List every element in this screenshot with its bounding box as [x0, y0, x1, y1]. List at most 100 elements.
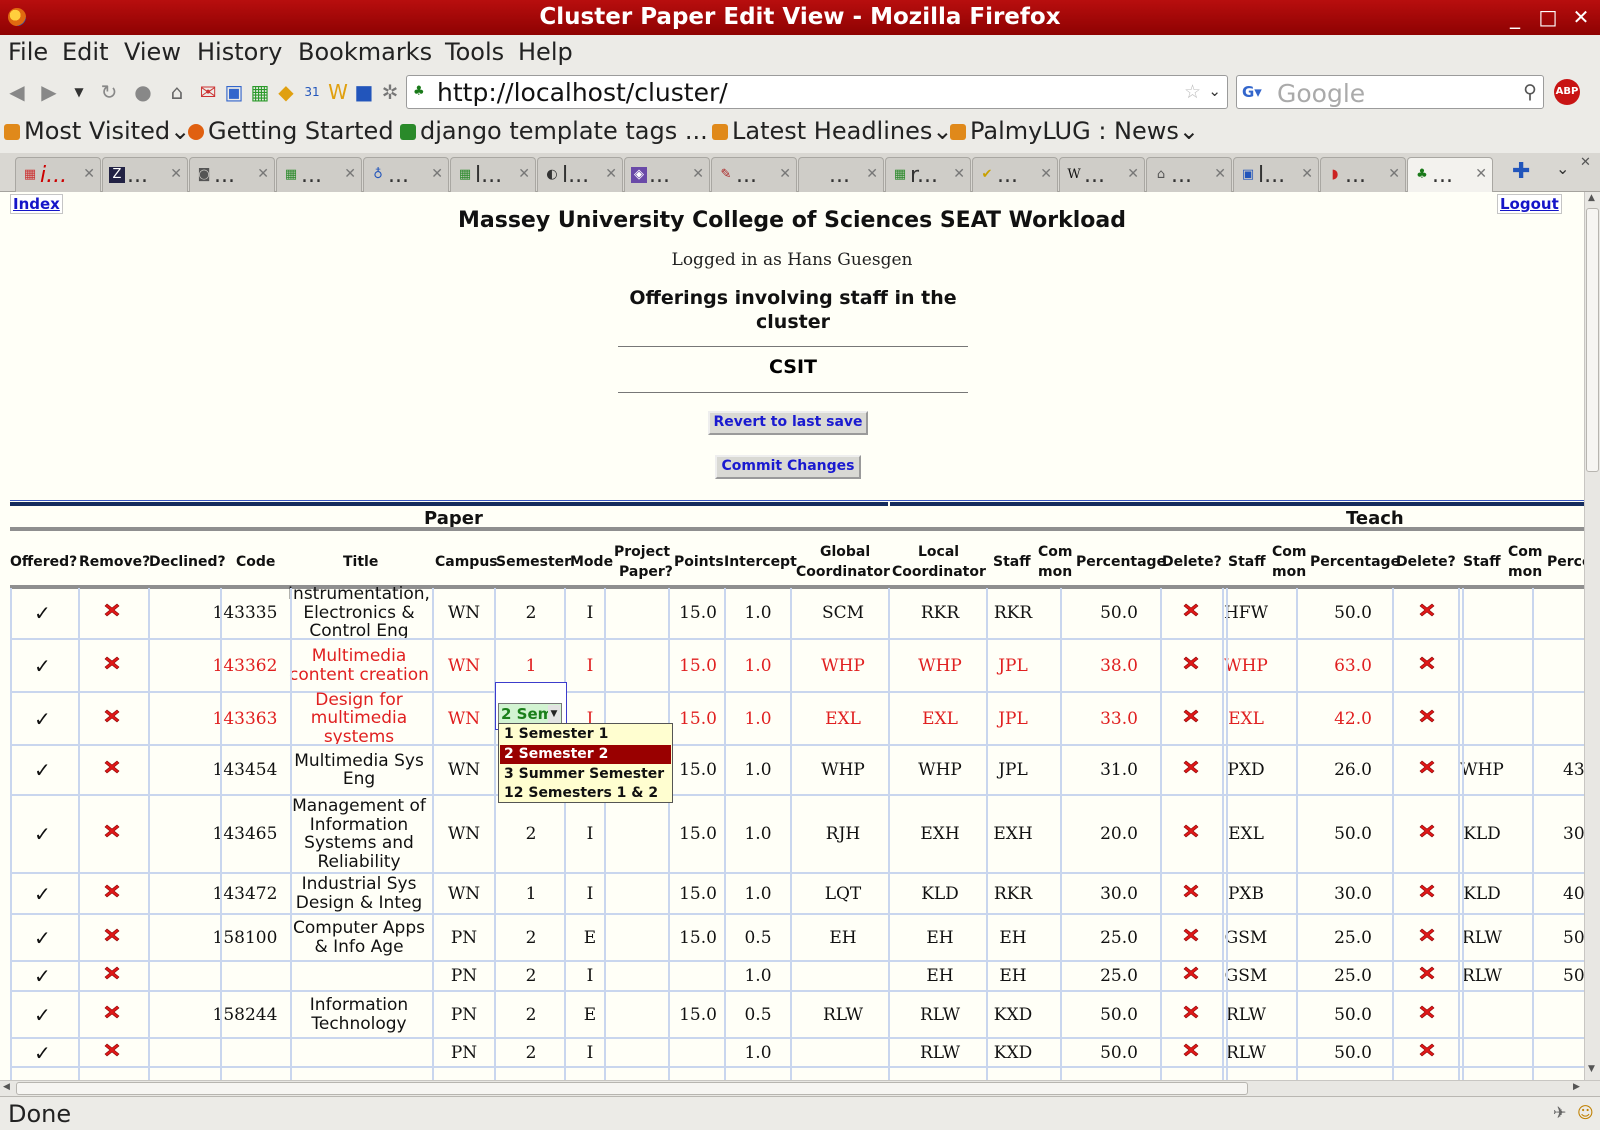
offered-checkmark-icon[interactable]: ✓: [34, 654, 51, 678]
settings-icon[interactable]: ✲: [379, 81, 401, 103]
tab[interactable]: ◗... ✕: [1320, 157, 1406, 192]
horizontal-scrollbar[interactable]: ◀ ▶: [0, 1080, 1600, 1096]
revert-button[interactable]: Revert to last save: [708, 411, 868, 435]
semester-option-1[interactable]: 1 Semester 1: [500, 725, 671, 744]
menu-tools[interactable]: Tools: [445, 38, 504, 66]
remove-icon[interactable]: [104, 927, 120, 943]
bookmark-most-visited[interactable]: Most Visited⌄: [4, 117, 190, 145]
remove-icon[interactable]: [104, 883, 120, 899]
bookmark-palmylug[interactable]: PalmyLUG : News⌄: [950, 117, 1199, 145]
delete-icon[interactable]: [1183, 759, 1199, 775]
minimize-button[interactable]: _: [1502, 5, 1528, 29]
remove-icon[interactable]: [104, 1042, 120, 1058]
delete-icon[interactable]: [1183, 823, 1199, 839]
tab[interactable]: ▦ r... ✕: [885, 157, 971, 192]
smiley-icon[interactable]: ☺: [1577, 1103, 1594, 1122]
url-bar[interactable]: ♣ http://localhost/cluster/ ☆ ⌄: [406, 75, 1228, 109]
menu-help[interactable]: Help: [518, 38, 573, 66]
tab-close-icon[interactable]: ✕: [431, 166, 443, 182]
delete-icon[interactable]: [1183, 1042, 1199, 1058]
remove-icon[interactable]: [104, 823, 120, 839]
adblock-icon[interactable]: ABP: [1554, 79, 1580, 105]
semester-select-value[interactable]: 2 Sem ▼: [498, 703, 562, 725]
forward-icon[interactable]: ▶: [38, 81, 60, 103]
tab[interactable]: ◐ l... ✕: [537, 157, 623, 192]
google-icon[interactable]: ▦: [249, 81, 271, 103]
tab[interactable]: ▦ l... ✕: [450, 157, 536, 192]
semester-option-12[interactable]: 12 Semesters 1 & 2: [500, 784, 671, 803]
tab-close-icon[interactable]: ✕: [518, 166, 530, 182]
bookmark-star-icon[interactable]: ☆: [1184, 81, 1201, 103]
search-box[interactable]: G▾ Google ⚲: [1236, 75, 1544, 109]
url-text[interactable]: http://localhost/cluster/: [437, 78, 728, 107]
offered-checkmark-icon[interactable]: ✓: [34, 1003, 51, 1027]
back-icon[interactable]: ◀: [6, 81, 28, 103]
reload-icon[interactable]: ↻: [98, 81, 120, 103]
extension-icon[interactable]: ✈: [1553, 1103, 1566, 1122]
docs-icon[interactable]: ▣: [223, 81, 245, 103]
delete-icon[interactable]: [1183, 708, 1199, 724]
tab-close-icon[interactable]: ✕: [1301, 166, 1313, 182]
tab[interactable]: ... ✕: [798, 157, 884, 192]
remove-icon[interactable]: [104, 708, 120, 724]
tab[interactable]: ▦... ✕: [276, 157, 362, 192]
remove-icon[interactable]: [104, 965, 120, 981]
stop-icon[interactable]: ●: [132, 81, 154, 103]
maximize-button[interactable]: □: [1535, 5, 1561, 29]
delete-icon[interactable]: [1183, 1004, 1199, 1020]
delete-icon[interactable]: [1419, 883, 1435, 899]
delete-icon[interactable]: [1419, 1004, 1435, 1020]
url-dropdown-icon[interactable]: ⌄: [1208, 82, 1221, 100]
tab-close-icon[interactable]: ✕: [344, 166, 356, 182]
tab[interactable]: ◈... ✕: [624, 157, 710, 192]
home-icon[interactable]: ⌂: [166, 81, 188, 103]
tab[interactable]: ◙... ✕: [189, 157, 275, 192]
vertical-scrollbar[interactable]: ▲ ▼: [1584, 192, 1600, 1080]
new-tab-icon[interactable]: ✚: [1512, 159, 1530, 184]
delete-icon[interactable]: [1419, 602, 1435, 618]
tab-close-icon[interactable]: ✕: [1040, 166, 1052, 182]
close-tab-icon[interactable]: ✕: [1580, 155, 1591, 170]
scroll-right-icon[interactable]: ▶: [1573, 1082, 1580, 1092]
search-icon[interactable]: ⚲: [1523, 81, 1537, 103]
bookmark-django-tags[interactable]: django template tags ...: [400, 117, 708, 145]
remove-icon[interactable]: [104, 759, 120, 775]
tab[interactable]: ✔... ✕: [972, 157, 1058, 192]
tab[interactable]: Z... ✕: [102, 157, 188, 192]
tab-close-icon[interactable]: ✕: [953, 166, 965, 182]
tab-close-icon[interactable]: ✕: [83, 166, 95, 182]
bookmark-getting-started[interactable]: Getting Started: [188, 117, 394, 145]
menu-edit[interactable]: Edit: [62, 38, 108, 66]
tab-close-icon[interactable]: ✕: [866, 166, 878, 182]
remove-icon[interactable]: [104, 1004, 120, 1020]
offered-checkmark-icon[interactable]: ✓: [34, 822, 51, 846]
menu-bookmarks[interactable]: Bookmarks: [298, 38, 432, 66]
offered-checkmark-icon[interactable]: ✓: [34, 1041, 51, 1065]
scroll-thumb[interactable]: [1586, 208, 1599, 472]
menu-view[interactable]: View: [124, 38, 181, 66]
delete-icon[interactable]: [1419, 1042, 1435, 1058]
scroll-down-icon[interactable]: ▼: [1588, 1064, 1595, 1074]
tab[interactable]: W... ✕: [1059, 157, 1145, 192]
tab-close-icon[interactable]: ✕: [605, 166, 617, 182]
delete-icon[interactable]: [1419, 655, 1435, 671]
delete-icon[interactable]: [1183, 883, 1199, 899]
delete-icon[interactable]: [1419, 927, 1435, 943]
delete-icon[interactable]: [1183, 655, 1199, 671]
delete-icon[interactable]: [1419, 708, 1435, 724]
search-input[interactable]: Google: [1277, 79, 1365, 108]
search-engine-icon[interactable]: G▾: [1242, 83, 1272, 103]
delete-icon[interactable]: [1183, 965, 1199, 981]
delete-icon[interactable]: [1183, 602, 1199, 618]
reader-icon[interactable]: ■: [353, 81, 375, 103]
scroll-left-icon[interactable]: ◀: [3, 1082, 10, 1092]
scroll-up-icon[interactable]: ▲: [1588, 193, 1595, 203]
offered-checkmark-icon[interactable]: ✓: [34, 882, 51, 906]
tab-close-icon[interactable]: ✕: [1214, 166, 1226, 182]
remove-icon[interactable]: [104, 602, 120, 618]
remove-icon[interactable]: [104, 655, 120, 671]
commit-button[interactable]: Commit Changes: [715, 455, 861, 479]
delete-icon[interactable]: [1419, 965, 1435, 981]
bookmark-latest-headlines[interactable]: Latest Headlines⌄: [712, 117, 952, 145]
photos-icon[interactable]: ◆: [275, 81, 297, 103]
